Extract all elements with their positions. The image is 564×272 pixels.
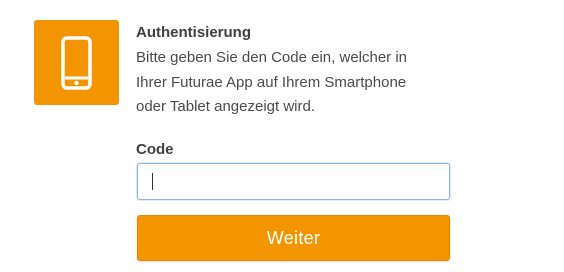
auth-title: Authentisierung: [136, 24, 251, 41]
code-label: Code: [136, 141, 174, 158]
weiter-button[interactable]: Weiter: [137, 215, 450, 261]
authentication-section: Authentisierung Bitte geben Sie den Code…: [136, 23, 546, 120]
code-input[interactable]: [137, 163, 450, 200]
text-cursor: [152, 173, 153, 190]
smartphone-icon: [61, 36, 92, 90]
auth-description: Bitte geben Sie den Code ein, welcher in…: [136, 49, 408, 115]
app-icon-tile: [34, 20, 119, 105]
